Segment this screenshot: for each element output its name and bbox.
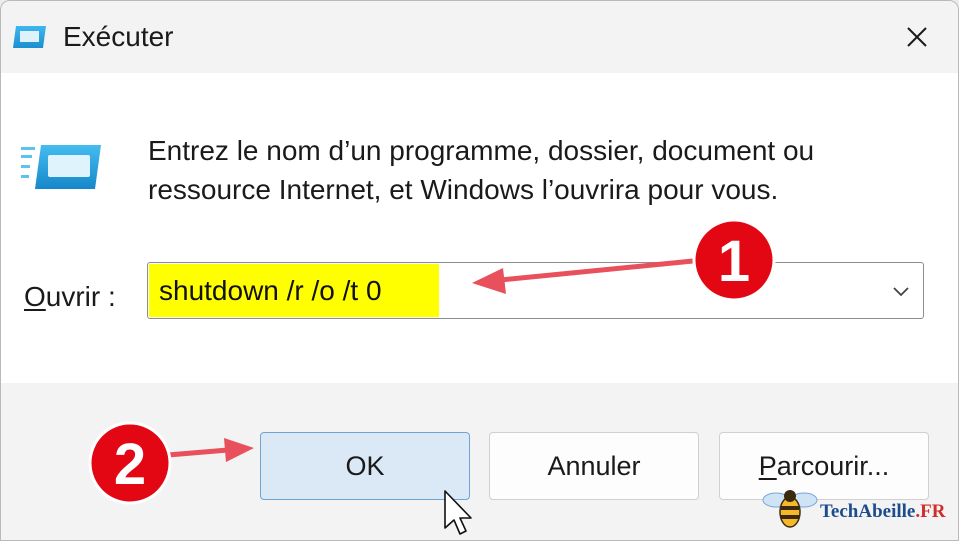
command-input[interactable] — [149, 264, 439, 317]
title-bar: Exécuter — [1, 1, 958, 73]
browse-label: arcourir... — [776, 450, 890, 481]
watermark-tld: .FR — [915, 501, 946, 522]
open-combobox[interactable] — [147, 262, 924, 319]
description-line-2: ressource Internet, et Windows l’ouvrira… — [148, 174, 779, 205]
description-line-1: Entrez le nom d’un programme, dossier, d… — [148, 135, 815, 166]
run-program-icon — [21, 145, 101, 189]
dialog-description: Entrez le nom d’un programme, dossier, d… — [148, 131, 908, 209]
window-title: Exécuter — [63, 21, 174, 52]
run-dialog-icon — [13, 26, 46, 48]
watermark-brand: TechAbeille — [820, 501, 916, 522]
browse-accelerator: P — [758, 450, 777, 481]
open-field-label: Ouvrir : — [24, 281, 116, 313]
close-icon — [907, 27, 927, 47]
bee-logo-icon — [762, 490, 818, 528]
open-label-accelerator: O — [24, 281, 46, 312]
cancel-button[interactable]: Annuler — [489, 432, 699, 500]
dialog-content: Entrez le nom d’un programme, dossier, d… — [1, 73, 958, 383]
watermark-text: TechAbeille.FR — [820, 501, 945, 523]
run-dialog: Exécuter Entrez le nom d’un programme, d… — [0, 0, 959, 541]
open-label-text: uvrir : — [45, 281, 116, 312]
close-button[interactable] — [891, 15, 943, 59]
chevron-down-icon[interactable] — [891, 281, 911, 301]
techabeille-watermark: TechAbeille.FR — [762, 484, 952, 532]
ok-button[interactable]: OK — [260, 432, 470, 500]
